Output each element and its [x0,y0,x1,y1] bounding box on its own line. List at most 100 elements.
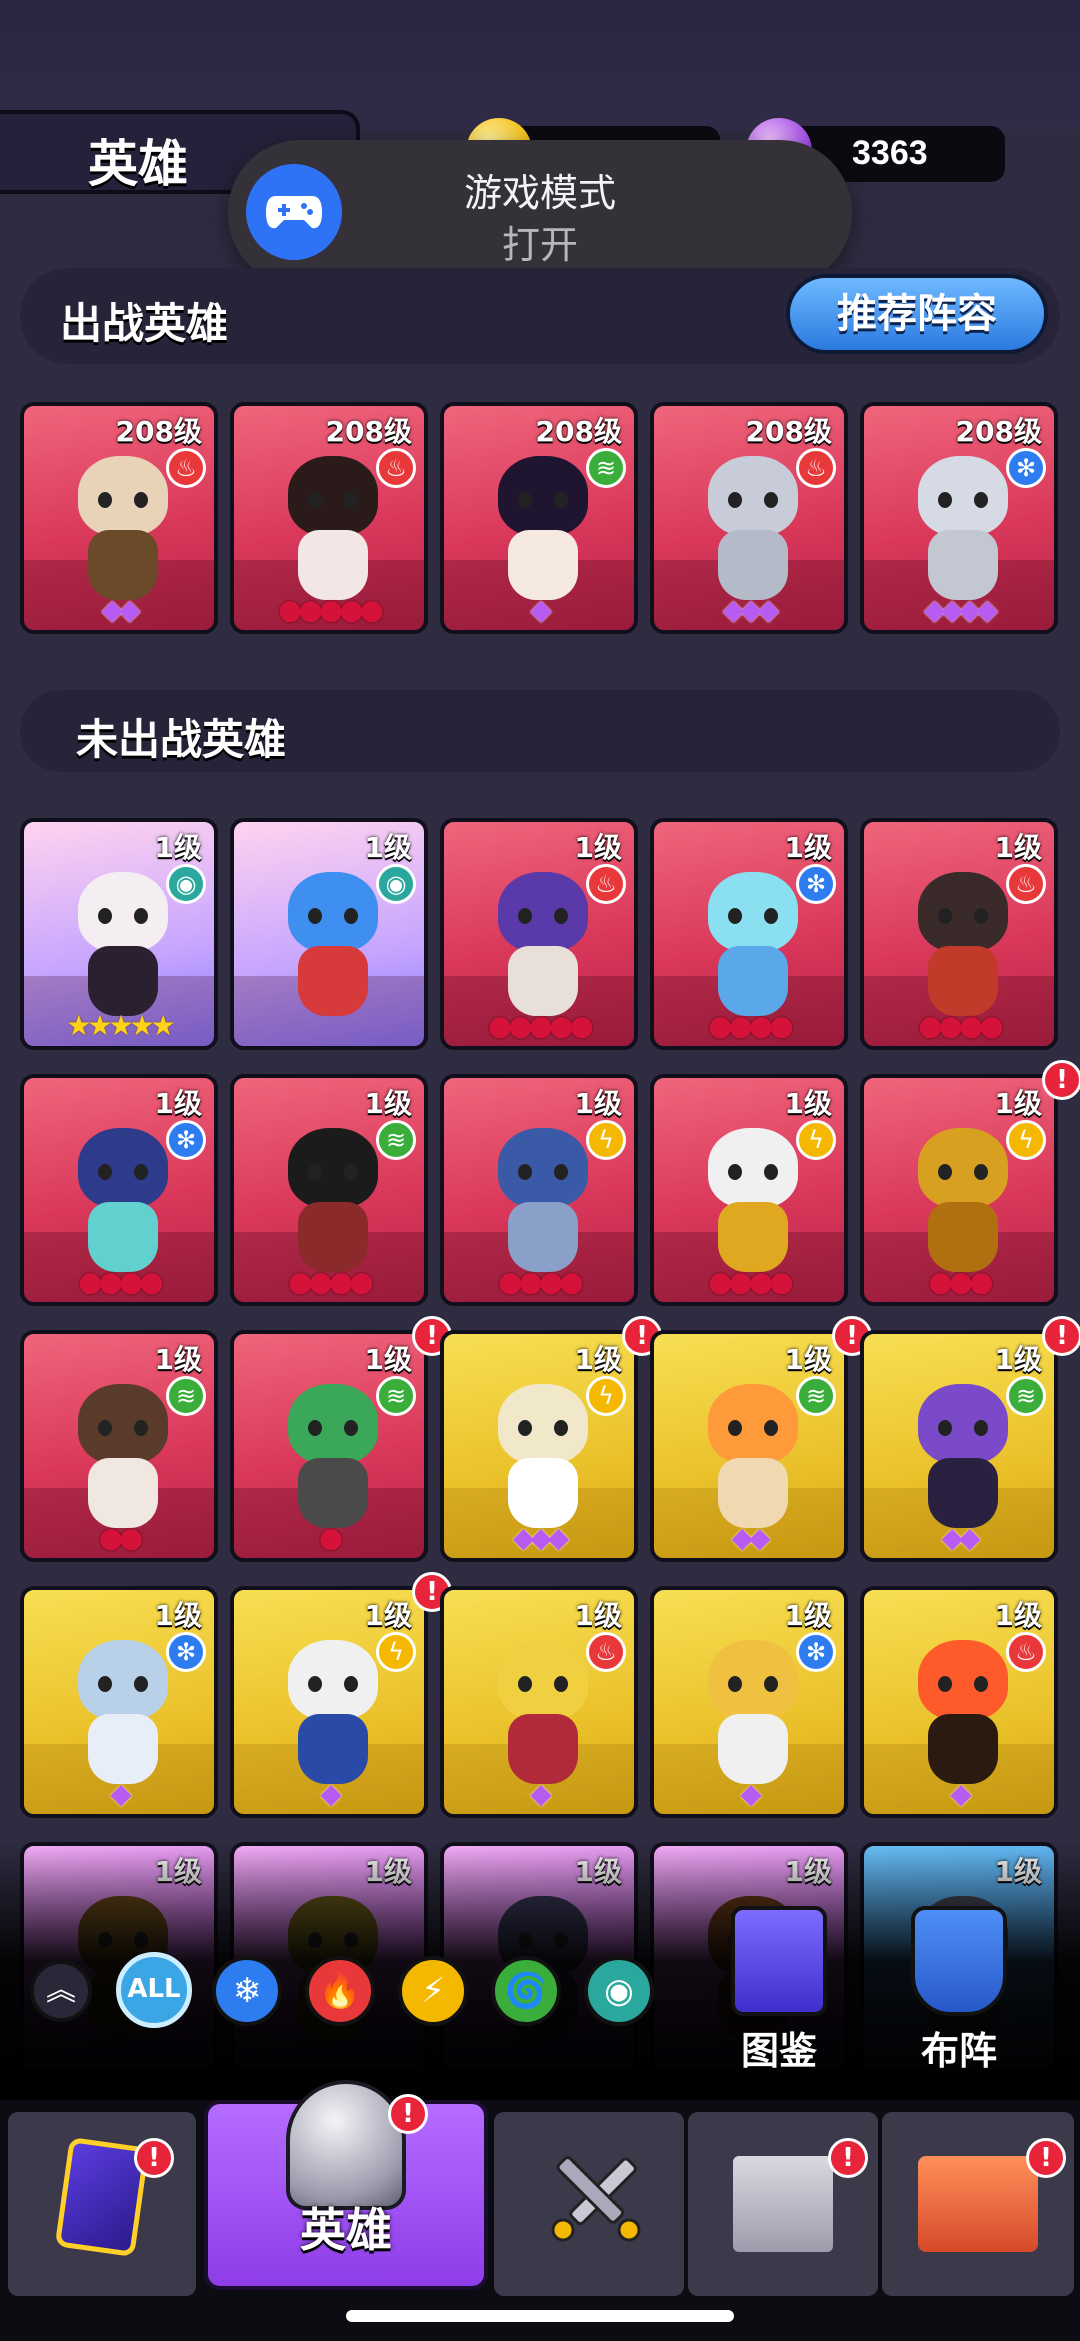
filter-ice-button[interactable]: ❄ [212,1956,282,2026]
formation-button[interactable]: 布阵 [884,1906,1034,2086]
hero-level: 1级 [154,1343,202,1376]
hero-rank: ◆◆◆ [512,1521,570,1554]
hero-card[interactable]: 1级 ≋ ●● [20,1330,218,1562]
alert-badge: ! [1042,1060,1080,1100]
hero-rank: ◆ [950,1777,972,1810]
filter-wind-button[interactable]: 🌀 [491,1956,561,2026]
ice-element-icon: ✻ [1006,448,1046,488]
hero-card[interactable]: 1级 ◉ ★★★★★ [20,818,218,1050]
fire-element-icon: ♨ [166,448,206,488]
hero-rank: ◆◆◆ [722,593,780,626]
hero-rank: ◆◆ [941,1521,980,1554]
hero-level: 1级 [154,1087,202,1120]
hero-rank: ●●●● [708,1265,794,1298]
codex-button[interactable]: 图鉴 [704,1906,854,2086]
hero-level: 208级 [325,415,412,448]
fire-element-icon: ♨ [376,448,416,488]
hero-portrait [906,1128,1020,1278]
hero-card[interactable]: 208级 ✻ ◆◆◆◆ [860,402,1058,634]
hero-portrait [276,1128,390,1278]
flame-icon: 🔥 [318,1971,362,2011]
hero-rank: ●●●●● [277,593,384,626]
hero-level: 1级 [154,831,202,864]
hero-card[interactable]: 1级 ≋ ◆◆ [860,1330,1058,1562]
hero-card[interactable]: 1级 ϟ ●●● [860,1074,1058,1306]
hero-portrait [66,456,180,606]
hero-card[interactable]: 1级 ϟ ◆◆◆ [440,1330,638,1562]
hero-card[interactable]: 1级 ϟ ◆ [230,1586,428,1818]
hero-card[interactable]: 208级 ♨ ●●●●● [230,402,428,634]
tab-heroes[interactable]: 英雄 ! [204,2080,488,2290]
undeployed-heroes-bar: 未出战英雄 [20,690,1060,772]
hero-card[interactable]: 1级 ϟ ●●●● [440,1074,638,1306]
hero-card[interactable]: 1级 ♨ ●●●● [860,818,1058,1050]
hero-rank: ●●●● [78,1265,164,1298]
home-indicator[interactable] [346,2310,734,2322]
crossed-swords-icon [541,2142,641,2252]
hero-rank: ◆◆ [731,1521,770,1554]
collapse-filter-button[interactable]: ︽ [30,1960,92,2022]
recommend-lineup-button[interactable]: 推荐阵容 [786,274,1048,354]
ice-element-icon: ✻ [166,1632,206,1672]
hero-card[interactable]: 1级 ✻ ●●●● [20,1074,218,1306]
hero-level: 1级 [574,1599,622,1632]
gem-value: 3363 [852,134,928,172]
wind-element-icon: ≋ [376,1376,416,1416]
filter-eye-button[interactable]: ◉ [584,1956,654,2026]
wind-element-icon: ≋ [166,1376,206,1416]
tab-shop[interactable]: ! [882,2112,1074,2296]
hero-rank: ●●● [928,1265,993,1298]
hero-card[interactable]: 208级 ♨ ◆◆◆ [650,402,848,634]
hero-card[interactable]: 1级 ϟ ●●●● [650,1074,848,1306]
hero-card[interactable]: 208级 ≋ ◆ [440,402,638,634]
hero-level: 1级 [574,1087,622,1120]
shop-icon [918,2156,1038,2252]
hero-rank: ◆ [530,593,552,626]
hero-card[interactable]: 1级 ✻ ◆ [20,1586,218,1818]
hero-card[interactable]: 1级 ✻ ◆ [650,1586,848,1818]
hero-card[interactable]: 1级 ≋ ●●●● [230,1074,428,1306]
tornado-icon: 🌀 [504,1971,548,2011]
hero-level: 1级 [364,831,412,864]
thunder-element-icon: ϟ [376,1632,416,1672]
hero-level: 1级 [154,1599,202,1632]
hero-card[interactable]: 1级 ◉ [230,818,428,1050]
hero-level: 1级 [784,1599,832,1632]
hero-portrait [696,872,810,1022]
hero-portrait [66,1640,180,1790]
knight-helmet-icon [286,2080,406,2210]
hero-card[interactable]: 1级 ≋ ● [230,1330,428,1562]
filter-all-button[interactable]: ALL [116,1952,192,2028]
hero-portrait [486,1128,600,1278]
hero-card[interactable]: 1级 ♨ ◆ [440,1586,638,1818]
wind-element-icon: ≋ [376,1120,416,1160]
hero-portrait [906,1384,1020,1534]
tab-castle[interactable]: ! [688,2112,878,2296]
tab-cards[interactable]: ! [8,2112,196,2296]
hero-level: 1级 [994,1343,1042,1376]
hero-rank: ●●●● [708,1009,794,1042]
hero-card[interactable]: 1级 ♨ ◆ [860,1586,1058,1818]
hero-level: 1级 [994,831,1042,864]
hero-level: 1级 [574,831,622,864]
thunder-element-icon: ϟ [1006,1120,1046,1160]
tab-battle[interactable] [494,2112,684,2296]
hero-level: 208级 [115,415,202,448]
hero-rank: ●●●● [498,1265,584,1298]
hero-card[interactable]: 1级 ✻ ●●●● [650,818,848,1050]
toast-title: 游戏模式 [463,171,616,215]
hero-card[interactable]: 1级 ≋ ◆◆ [650,1330,848,1562]
alert-badge: ! [134,2138,174,2178]
filter-fire-button[interactable]: 🔥 [305,1956,375,2026]
hero-level: 1级 [784,1343,832,1376]
hero-level: 208级 [535,415,622,448]
ice-element-icon: ✻ [796,1632,836,1672]
filter-thunder-button[interactable]: ⚡ [398,1956,468,2026]
banner-sword-icon [911,1906,1007,2016]
ice-element-icon: ✻ [796,864,836,904]
book-icon [731,1906,827,2016]
hero-portrait [696,1640,810,1790]
hero-card[interactable]: 208级 ♨ ◆◆ [20,402,218,634]
hero-level: 1级 [994,1599,1042,1632]
hero-card[interactable]: 1级 ♨ ●●●●● [440,818,638,1050]
